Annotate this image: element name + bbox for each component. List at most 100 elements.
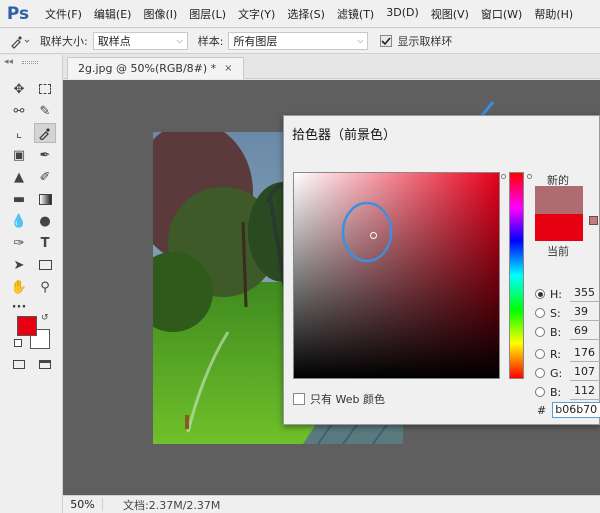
menu-window[interactable]: 窗口(W) — [475, 6, 528, 22]
sample-size-label: 取样大小: — [40, 35, 88, 48]
b-radio[interactable] — [535, 327, 545, 337]
menu-image[interactable]: 图像(I) — [137, 6, 183, 22]
s-input[interactable]: 39 — [570, 305, 600, 321]
foreground-color-swatch[interactable] — [17, 316, 37, 336]
marquee-tool-icon[interactable] — [34, 79, 56, 99]
dodge-tool-icon[interactable]: ● — [34, 211, 56, 231]
web-only-option: 只有 Web 颜色 — [293, 391, 385, 407]
brush-tool-icon[interactable]: ✒ — [34, 145, 56, 165]
current-color-swatch[interactable] — [535, 214, 583, 241]
chevron-down-icon: ⌵ — [176, 36, 183, 45]
blur-tool-icon[interactable]: 💧 — [8, 211, 30, 231]
field-row-r: R: 176 — [535, 346, 600, 362]
hue-slider-left-marker[interactable] — [501, 174, 506, 179]
field-row-h: H: 355 — [535, 286, 600, 302]
hex-prefix: # — [537, 403, 547, 417]
highlight-circle-annotation — [341, 201, 393, 263]
h-label: H: — [550, 287, 562, 301]
document-info[interactable]: 文档:2.37M/2.37M — [123, 497, 220, 513]
menu-type[interactable]: 文字(Y) — [232, 6, 281, 22]
dialog-title: 拾色器（前景色） — [292, 128, 397, 143]
menu-bar: Ps 文件(F) 编辑(E) 图像(I) 图层(L) 文字(Y) 选择(S) 滤… — [0, 0, 600, 28]
tool-preset-picker[interactable] — [0, 33, 40, 49]
out-of-gamut-warning-icon[interactable] — [589, 216, 598, 225]
new-color-swatch — [535, 186, 583, 214]
more-tools-icon[interactable]: ··· — [8, 297, 30, 317]
pen-tool-icon[interactable]: ✑ — [8, 233, 30, 253]
web-only-checkbox[interactable] — [293, 393, 305, 405]
main-menu: 文件(F) 编辑(E) 图像(I) 图层(L) 文字(Y) 选择(S) 滤镜(T… — [39, 6, 579, 22]
history-brush-tool-icon[interactable]: ✐ — [34, 167, 56, 187]
clone-stamp-tool-icon[interactable]: ▲ — [8, 167, 30, 187]
eraser-tool-icon[interactable]: ▬ — [8, 189, 30, 209]
healing-brush-tool-icon[interactable]: ▣ — [8, 145, 30, 165]
close-icon[interactable]: × — [224, 63, 232, 74]
menu-select[interactable]: 选择(S) — [281, 6, 331, 22]
menu-filter[interactable]: 滤镜(T) — [331, 6, 380, 22]
g-input[interactable]: 107 — [570, 365, 600, 381]
screen-mode-icon[interactable] — [34, 354, 56, 374]
h-radio[interactable] — [535, 289, 545, 299]
quick-selection-tool-icon[interactable]: ✎ — [34, 101, 56, 121]
b-label: B: — [550, 325, 562, 339]
s-radio[interactable] — [535, 308, 545, 318]
tools-panel: ◂◂ ✥ ⚯ ✎ ⌞ ▣ ✒ ▲ ✐ ▬ 💧 ● ✑ T ➤ ✋ ⚲ ··· ↺ — [0, 55, 63, 513]
type-tool-icon[interactable]: T — [34, 233, 56, 253]
field-row-s: S: 39 — [535, 305, 600, 321]
document-tab[interactable]: 2g.jpg @ 50%(RGB/8#) * × — [67, 57, 244, 79]
field-row-g: G: 107 — [535, 365, 600, 381]
gradient-tool-icon[interactable] — [34, 189, 56, 209]
r-label: R: — [550, 347, 562, 361]
path-selection-tool-icon[interactable]: ➤ — [8, 255, 30, 275]
color-picker-dialog: 拾色器（前景色） 新的 当前 H: 355 S: 39 B: 69 R: 176… — [283, 115, 600, 425]
hue-slider-right-marker[interactable] — [527, 174, 532, 179]
menu-edit[interactable]: 编辑(E) — [88, 6, 138, 22]
show-sampling-ring-label: 显示取样环 — [397, 35, 453, 48]
rectangle-tool-icon[interactable] — [34, 255, 56, 275]
swap-colors-icon[interactable]: ↺ — [41, 313, 49, 323]
sample-value: 所有图层 — [233, 35, 278, 48]
eyedropper-icon — [11, 36, 30, 49]
color-field[interactable] — [293, 172, 500, 379]
hex-input[interactable]: b06b70 — [552, 402, 600, 418]
photoshop-logo: Ps — [6, 3, 30, 24]
default-colors-icon[interactable] — [14, 339, 22, 347]
checkmark-icon — [381, 37, 392, 46]
options-bar: 取样大小: 取样点 ⌵ 样本: 所有图层 ⌵ 显示取样环 — [0, 29, 600, 54]
menu-3d[interactable]: 3D(D) — [380, 6, 425, 22]
zoom-tool-icon[interactable]: ⚲ — [34, 277, 56, 297]
sample-size-value: 取样点 — [97, 35, 131, 48]
collapse-panel-icon[interactable]: ◂◂ — [4, 57, 13, 67]
sample-size-select[interactable]: 取样点 ⌵ — [92, 32, 188, 50]
eyedropper-tool-icon[interactable] — [34, 123, 56, 143]
move-tool-icon[interactable]: ✥ — [8, 79, 30, 99]
panel-grip-icon[interactable] — [22, 61, 38, 64]
b-input[interactable]: 69 — [570, 324, 600, 340]
current-color-label: 当前 — [547, 245, 569, 258]
menu-file[interactable]: 文件(F) — [39, 6, 88, 22]
blue-input[interactable]: 112 — [570, 384, 600, 400]
blue-radio[interactable] — [535, 387, 545, 397]
field-row-blue: B: 112 — [535, 384, 600, 400]
lasso-tool-icon[interactable]: ⚯ — [8, 101, 30, 121]
quick-mask-icon[interactable] — [8, 354, 30, 374]
menu-layer[interactable]: 图层(L) — [183, 6, 232, 22]
h-input[interactable]: 355 — [570, 286, 600, 302]
hand-tool-icon[interactable]: ✋ — [8, 277, 30, 297]
r-radio[interactable] — [535, 349, 545, 359]
sample-label: 样本: — [197, 35, 224, 48]
blue-label: B: — [550, 385, 562, 399]
status-bar: 50% 文档:2.37M/2.37M — [63, 495, 600, 513]
menu-view[interactable]: 视图(V) — [425, 6, 475, 22]
zoom-level[interactable]: 50% — [63, 498, 103, 511]
hue-slider[interactable] — [509, 172, 524, 379]
crop-tool-icon[interactable]: ⌞ — [8, 123, 30, 143]
sample-select[interactable]: 所有图层 ⌵ — [228, 32, 369, 50]
show-sampling-ring-checkbox[interactable] — [380, 35, 393, 47]
r-input[interactable]: 176 — [570, 346, 600, 362]
g-radio[interactable] — [535, 368, 545, 378]
web-only-label: 只有 Web 颜色 — [310, 393, 385, 406]
document-tab-bar: 2g.jpg @ 50%(RGB/8#) * × — [63, 55, 600, 79]
menu-help[interactable]: 帮助(H) — [528, 6, 579, 22]
document-tab-title: 2g.jpg @ 50%(RGB/8#) * — [78, 62, 217, 75]
